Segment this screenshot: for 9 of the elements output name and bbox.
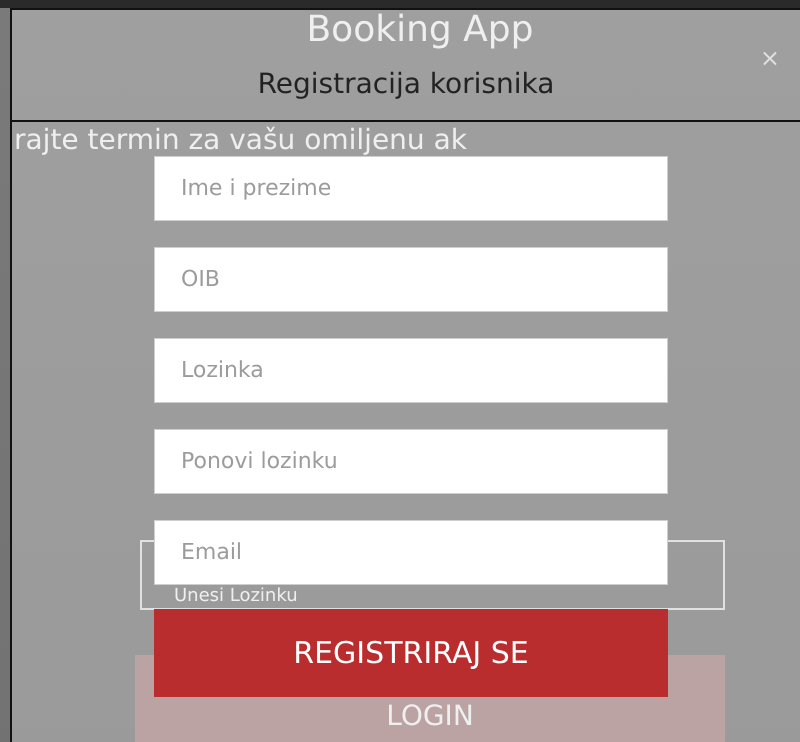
input-field[interactable]: OIB (154, 247, 668, 312)
input-field[interactable]: Ime i prezime (154, 156, 668, 221)
background-subtitle: rajte termin za vašu omiljenu ak (14, 124, 467, 156)
background-app-title: Booking App (306, 10, 534, 50)
input-field[interactable]: Lozinka (154, 338, 668, 403)
modal-title: Registracija korisnika (258, 67, 554, 100)
input-field[interactable]: Email (154, 520, 668, 585)
input-field[interactable]: Ponovi lozinku (154, 429, 668, 494)
register-button[interactable]: REGISTRIRAJ SE (154, 609, 668, 697)
